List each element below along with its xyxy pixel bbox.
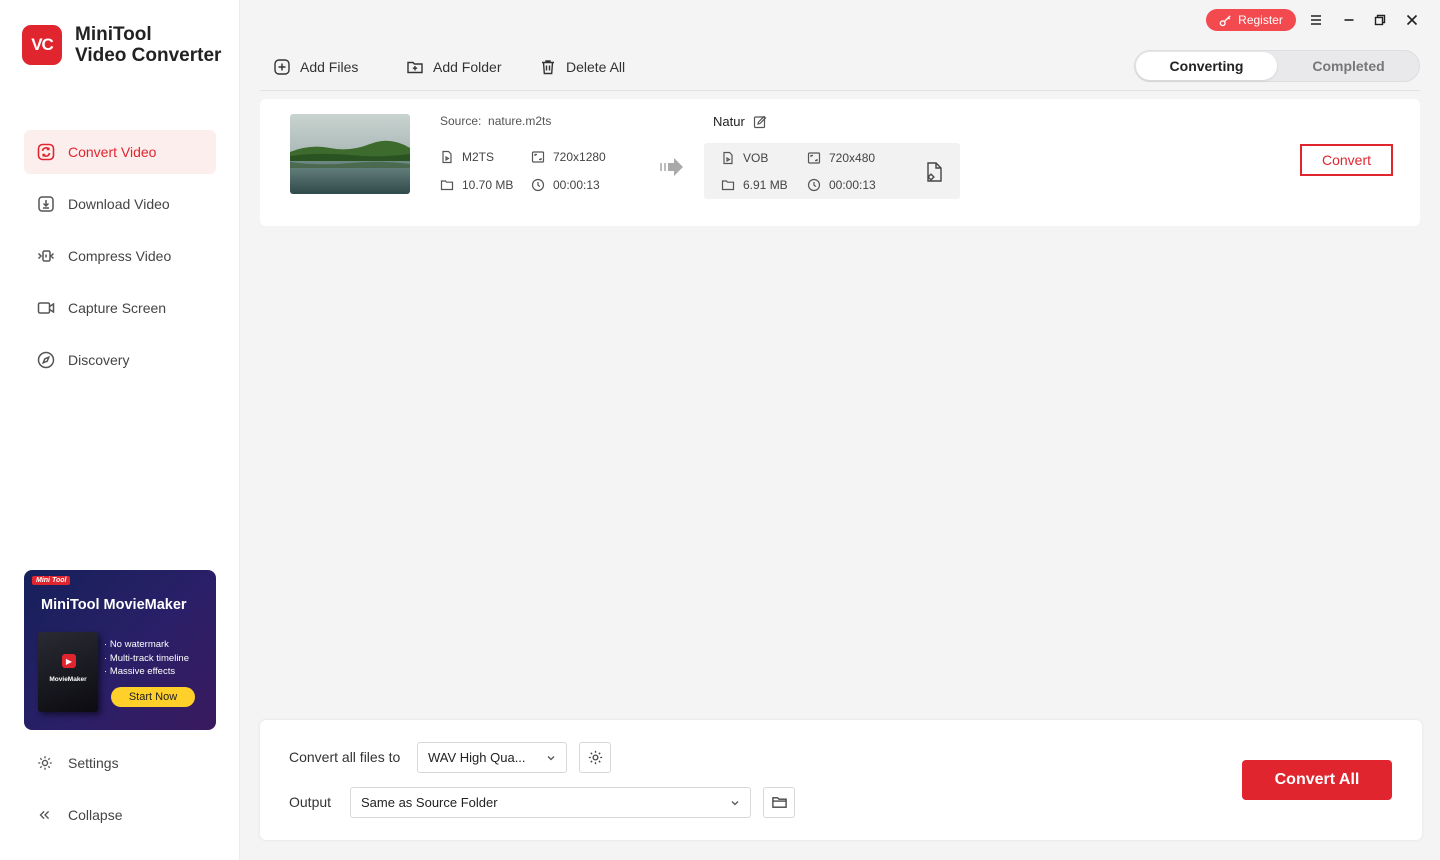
add-files-button[interactable]: Add Files (273, 56, 358, 78)
sidebar-nav: Convert Video Download Video Compress Vi… (24, 130, 216, 390)
toolbar-divider (260, 90, 1420, 91)
compass-icon (37, 351, 55, 369)
plus-circle-icon (274, 59, 290, 75)
promo-box-label: MovieMaker (49, 676, 87, 683)
moviemaker-logo-icon: ▶ (62, 654, 76, 668)
sidebar-item-capture-screen[interactable]: Capture Screen (24, 286, 216, 330)
menu-button[interactable] (1307, 11, 1325, 29)
compress-icon (37, 250, 55, 262)
register-button[interactable]: Register (1206, 9, 1296, 31)
edit-icon[interactable] (753, 115, 767, 129)
video-thumbnail[interactable] (290, 114, 410, 194)
sidebar-item-convert-video[interactable]: Convert Video (24, 130, 216, 174)
close-button[interactable] (1403, 11, 1421, 29)
bottom-panel: Convert all files to WAV High Qua... Out… (260, 720, 1422, 840)
source-size: 10.70 MB (440, 178, 513, 192)
sidebar-item-download-video[interactable]: Download Video (24, 182, 216, 226)
collapse-button[interactable]: Collapse (24, 795, 216, 835)
camera-icon (37, 302, 55, 314)
file-video-icon (442, 150, 452, 164)
sidebar: VC MiniTool Video Converter Convert Vide… (0, 0, 240, 860)
moviemaker-promo[interactable]: Mini Tool MiniTool MovieMaker ▶ MovieMak… (24, 570, 216, 730)
sidebar-item-label: Convert Video (68, 144, 157, 160)
app-logo-icon: VC (22, 25, 62, 65)
convert-all-button[interactable]: Convert All (1242, 760, 1392, 800)
settings-label: Settings (68, 755, 119, 771)
promo-features: · No watermark · Multi-track timeline · … (104, 639, 189, 677)
delete-all-label: Delete All (566, 59, 626, 75)
target-duration: 00:00:13 (807, 178, 876, 192)
promo-badge: Mini Tool (32, 576, 71, 585)
close-icon (1406, 14, 1418, 26)
folder-icon (440, 180, 454, 191)
gear-icon (588, 750, 602, 765)
arrow-right-icon (660, 158, 683, 176)
chevron-down-icon (731, 801, 739, 806)
file-video-icon (723, 151, 733, 165)
tab-completed[interactable]: Completed (1278, 52, 1419, 80)
sidebar-item-discovery[interactable]: Discovery (24, 338, 216, 382)
folder-plus-icon (407, 61, 423, 74)
chevron-down-icon (547, 756, 555, 761)
output-label: Output (289, 794, 332, 810)
sidebar-item-label: Compress Video (68, 248, 172, 264)
trash-icon (542, 60, 554, 75)
minimize-icon (1344, 19, 1354, 21)
restore-icon (1374, 14, 1386, 26)
file-settings-icon[interactable] (922, 160, 944, 184)
app-name: MiniTool Video Converter (75, 24, 222, 66)
delete-all-button[interactable]: Delete All (539, 56, 625, 78)
hamburger-menu-icon (1311, 15, 1321, 25)
collapse-label: Collapse (68, 807, 123, 823)
target-filename: Natur (713, 114, 767, 129)
browse-folder-button[interactable] (763, 787, 795, 818)
sidebar-item-label: Discovery (68, 352, 130, 368)
status-tabs: Converting Completed (1134, 50, 1420, 82)
key-icon (1219, 14, 1231, 26)
convert-icon (37, 143, 55, 161)
resolution-icon (807, 152, 821, 164)
folder-icon (771, 797, 787, 808)
register-label: Register (1238, 13, 1283, 27)
target-resolution: 720x480 (807, 151, 875, 165)
nature-landscape-thumbnail (290, 114, 410, 194)
convert-button[interactable]: Convert (1300, 144, 1393, 176)
output-format-select[interactable]: WAV High Qua... (417, 742, 567, 773)
start-now-button[interactable]: Start Now (111, 687, 195, 707)
tab-converting[interactable]: Converting (1136, 52, 1277, 80)
format-settings-button[interactable] (579, 742, 611, 773)
sidebar-item-label: Capture Screen (68, 300, 167, 316)
promo-product-box: ▶ MovieMaker (38, 632, 98, 712)
gear-icon (38, 756, 52, 770)
source-duration: 00:00:13 (531, 178, 600, 192)
target-format: VOB (721, 151, 768, 165)
add-folder-label: Add Folder (433, 59, 502, 75)
file-card: Source: nature.m2ts M2TS 720x1280 10.70 … (260, 99, 1420, 226)
convert-all-files-label: Convert all files to (289, 749, 401, 765)
sidebar-item-label: Download Video (68, 196, 170, 212)
folder-icon (721, 180, 735, 191)
resolution-icon (531, 151, 545, 163)
target-size: 6.91 MB (721, 178, 788, 192)
download-icon (38, 196, 54, 212)
promo-title: MiniTool MovieMaker (41, 597, 187, 613)
minimize-button[interactable] (1340, 11, 1358, 29)
settings-button[interactable]: Settings (24, 743, 216, 783)
source-format: M2TS (440, 150, 494, 164)
restore-button[interactable] (1371, 11, 1389, 29)
source-resolution: 720x1280 (531, 150, 606, 164)
clock-icon (531, 178, 545, 192)
clock-icon (807, 178, 821, 192)
source-filename: Source: nature.m2ts (440, 114, 552, 128)
output-folder-select[interactable]: Same as Source Folder (350, 787, 751, 818)
target-settings-box[interactable]: VOB 720x480 6.91 MB 00:00:13 (704, 143, 960, 199)
add-files-label: Add Files (300, 59, 359, 75)
add-folder-button[interactable]: Add Folder (406, 56, 501, 78)
double-chevron-left-icon (39, 810, 50, 820)
app-logo: VC MiniTool Video Converter (22, 24, 221, 66)
sidebar-item-compress-video[interactable]: Compress Video (24, 234, 216, 278)
